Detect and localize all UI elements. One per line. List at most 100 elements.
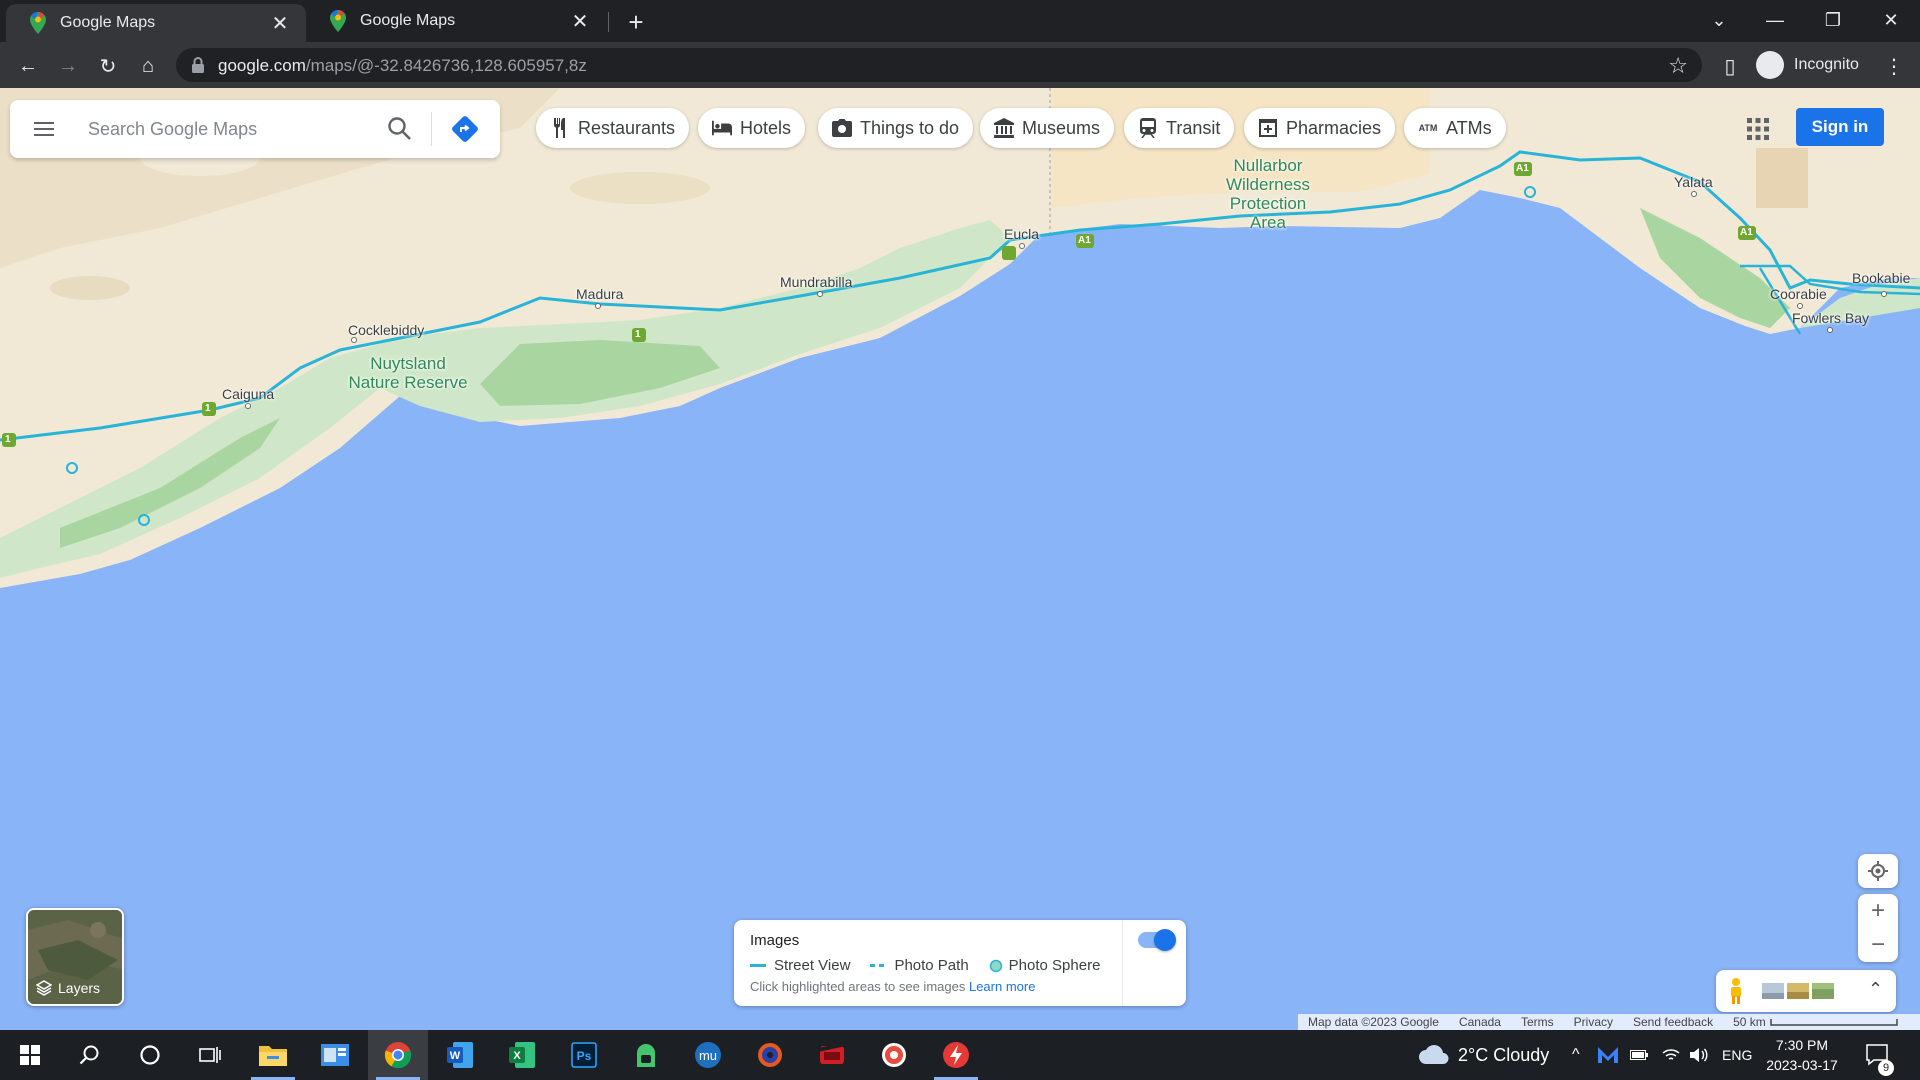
vpn-app-icon[interactable]: [616, 1030, 676, 1080]
notifications-icon[interactable]: 9: [1866, 1030, 1894, 1080]
expand-up-icon[interactable]: ⌃: [1868, 979, 1883, 1000]
place-label-eucla[interactable]: Eucla: [1004, 226, 1039, 242]
url-text: google.com/maps/@-32.8426736,128.605957,…: [218, 56, 587, 75]
photoshop-icon[interactable]: Ps: [554, 1030, 614, 1080]
send-feedback-link[interactable]: Send feedback: [1633, 1015, 1713, 1029]
volume-icon[interactable]: [1690, 1030, 1708, 1080]
chrome-taskbar-icon[interactable]: [368, 1030, 428, 1080]
control-panel-icon[interactable]: [305, 1030, 365, 1080]
place-label-coorabie[interactable]: Coorabie: [1770, 286, 1827, 302]
legend-photo-sphere: Photo Sphere: [989, 957, 1100, 974]
disc-app-icon[interactable]: [740, 1030, 800, 1080]
minimize-button[interactable]: —: [1746, 0, 1804, 40]
word-icon[interactable]: W: [430, 1030, 490, 1080]
street-view-bar: ⌃: [1716, 970, 1896, 1012]
region-link[interactable]: Canada: [1459, 1015, 1501, 1029]
place-label-bookabie[interactable]: Bookabie: [1852, 270, 1910, 286]
zoom-in-button[interactable]: +: [1858, 894, 1898, 928]
map-canvas[interactable]: 1 1 1 A1 A1 A1 Caiguna Cocklebiddy Madur…: [0, 88, 1920, 1030]
bookmark-star-icon[interactable]: ☆: [1668, 53, 1688, 79]
address-bar[interactable]: google.com/maps/@-32.8426736,128.605957,…: [176, 48, 1702, 82]
chip-pharmacies[interactable]: Pharmacies: [1244, 108, 1396, 148]
home-icon[interactable]: ⌂: [132, 50, 164, 82]
forward-icon[interactable]: →: [52, 50, 84, 82]
video-app-icon[interactable]: [802, 1030, 862, 1080]
search-input[interactable]: [88, 114, 378, 144]
street-view-line-icon: [750, 963, 766, 967]
directions-icon[interactable]: [450, 114, 480, 144]
museum-icon: [994, 118, 1014, 138]
tab-google-maps-2[interactable]: Google Maps ✕: [306, 0, 606, 42]
road-shield-label: A1: [1078, 235, 1091, 246]
zoom-out-button[interactable]: −: [1858, 928, 1898, 962]
close-tab-icon[interactable]: ✕: [568, 9, 592, 33]
cortana-icon[interactable]: [120, 1030, 180, 1080]
incognito-icon: [1756, 51, 1784, 79]
task-view-icon[interactable]: [180, 1030, 240, 1080]
language-indicator[interactable]: ENG: [1722, 1030, 1752, 1080]
flash-app-icon[interactable]: [926, 1030, 986, 1080]
park-label-line: Nature Reserve: [348, 373, 468, 392]
back-icon[interactable]: ←: [12, 50, 44, 82]
google-apps-icon[interactable]: [1746, 117, 1770, 141]
maximize-button[interactable]: ❐: [1804, 0, 1862, 40]
file-explorer-icon[interactable]: [243, 1030, 303, 1080]
lock-icon[interactable]: [190, 56, 206, 74]
photo-sphere-dot-icon: [989, 959, 1002, 972]
search-icon[interactable]: [386, 115, 414, 143]
pegman-icon[interactable]: [1728, 978, 1744, 1004]
tab-google-maps-1[interactable]: Google Maps ✕: [6, 4, 306, 42]
scale-label[interactable]: 50 km: [1733, 1015, 1766, 1029]
camera-icon: [832, 118, 852, 138]
menu-kebab-icon[interactable]: ⋮: [1878, 50, 1910, 82]
place-label-yalata[interactable]: Yalata: [1674, 174, 1713, 190]
media-app-icon[interactable]: [864, 1030, 924, 1080]
park-label-nuytsland[interactable]: Nuytsland Nature Reserve: [340, 354, 476, 392]
tray-app-icon[interactable]: [1598, 1030, 1618, 1080]
sign-in-button[interactable]: Sign in: [1796, 108, 1884, 146]
close-tab-icon[interactable]: ✕: [268, 11, 292, 35]
incognito-indicator[interactable]: Incognito: [1756, 48, 1859, 82]
bed-icon: [712, 118, 732, 138]
close-window-button[interactable]: ✕: [1862, 0, 1920, 40]
new-tab-button[interactable]: +: [622, 7, 650, 37]
chip-restaurants[interactable]: Restaurants: [536, 108, 690, 148]
chip-atms[interactable]: ATM ATMs: [1404, 108, 1506, 148]
show-hidden-icons[interactable]: ^: [1572, 1030, 1580, 1080]
hamburger-menu-icon[interactable]: [32, 117, 56, 141]
wifi-icon[interactable]: [1662, 1030, 1680, 1080]
terms-link[interactable]: Terms: [1521, 1015, 1554, 1029]
place-label-fowlers-bay[interactable]: Fowlers Bay: [1792, 310, 1869, 326]
battery-icon[interactable]: [1630, 1030, 1648, 1080]
chip-museums[interactable]: Museums: [980, 108, 1115, 148]
windows-start-icon[interactable]: [0, 1030, 60, 1080]
mu-app-icon[interactable]: mu: [678, 1030, 738, 1080]
place-label-mundrabilla[interactable]: Mundrabilla: [780, 274, 852, 290]
road-shield-label: 1: [205, 403, 211, 414]
layers-button[interactable]: Layers: [26, 908, 124, 1006]
chip-label: ATMs: [1446, 117, 1492, 138]
place-label-madura[interactable]: Madura: [576, 286, 623, 302]
reload-icon[interactable]: ↻: [92, 50, 124, 82]
excel-icon[interactable]: X: [492, 1030, 552, 1080]
images-toggle[interactable]: [1138, 929, 1176, 951]
pharmacy-icon: [1258, 118, 1278, 138]
chip-things-to-do[interactable]: Things to do: [818, 108, 974, 148]
chip-transit[interactable]: Transit: [1124, 108, 1235, 148]
photo-path-dash-icon: [870, 963, 885, 967]
side-panel-icon[interactable]: ▯: [1714, 50, 1746, 82]
chip-hotels[interactable]: Hotels: [698, 108, 806, 148]
my-location-button[interactable]: [1858, 854, 1898, 888]
place-label-cocklebiddy[interactable]: Cocklebiddy: [348, 322, 424, 338]
weather-widget[interactable]: 2°C Cloudy: [1418, 1030, 1549, 1080]
learn-more-link[interactable]: Learn more: [969, 979, 1035, 994]
tab-search-icon[interactable]: ⌄: [1690, 0, 1748, 40]
svg-text:W: W: [450, 1050, 461, 1062]
imagery-thumbnails[interactable]: [1762, 981, 1834, 1001]
images-panel: Images Street View Photo Path Photo Sphe…: [734, 920, 1186, 1006]
taskbar-search-icon[interactable]: [60, 1030, 120, 1080]
system-clock[interactable]: 7:30 PM 2023-03-17: [1756, 1035, 1848, 1075]
place-label-caiguna[interactable]: Caiguna: [222, 386, 274, 402]
park-label-nullarbor[interactable]: Nullarbor Wilderness Protection Area: [1200, 156, 1336, 232]
privacy-link[interactable]: Privacy: [1574, 1015, 1613, 1029]
